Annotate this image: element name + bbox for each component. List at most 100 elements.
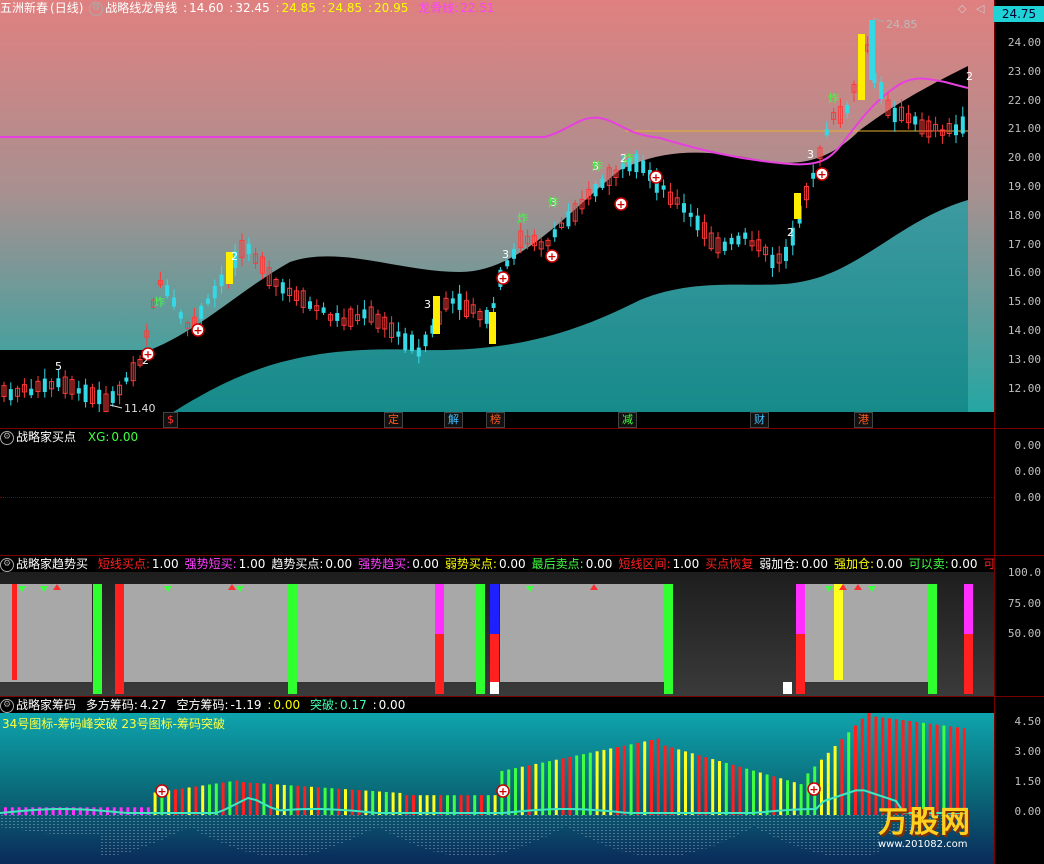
chip-bar[interactable] [242,782,245,815]
chip-bar[interactable] [847,732,851,815]
candle-body[interactable] [913,116,918,125]
chip-bar[interactable] [514,768,517,815]
trend-signal-bar[interactable] [288,584,297,694]
chip-bar[interactable] [541,762,545,815]
event-tag[interactable]: $ [163,412,178,428]
chip-bar[interactable] [384,791,388,815]
chip-bar[interactable] [765,774,769,815]
candle-body[interactable] [824,129,829,136]
chip-bar[interactable] [833,746,837,815]
candle-body[interactable] [484,309,489,324]
highlight-candle[interactable] [794,193,801,219]
chip-bar[interactable] [588,752,592,815]
chip-bar[interactable] [208,784,211,815]
trend-signal-bar[interactable] [490,682,499,694]
candle-body[interactable] [736,235,741,245]
candle-body[interactable] [729,237,734,245]
chip-bar[interactable] [269,784,273,815]
chip-bar[interactable] [323,787,327,815]
chip-bar[interactable] [684,751,687,815]
chip-bar[interactable] [799,784,803,815]
chip-bar[interactable] [174,789,177,815]
trend-buy-pane[interactable]: ⚙ 战略家趋势买 短线买点: 1.00 强势短买: 1.00 趋势买点: 0.00 强势趋买:… [0,556,994,696]
chip-bar[interactable] [704,757,708,815]
event-tag[interactable]: 港 [854,412,873,428]
candle-body[interactable] [76,388,81,394]
candle-body[interactable] [600,178,605,188]
trend-signal-bar[interactable] [476,584,485,694]
period[interactable]: (日线) [50,1,83,15]
chip-bar[interactable] [534,763,538,815]
chip-bar[interactable] [752,770,755,815]
event-tag[interactable]: 定 [384,412,403,428]
candle-body[interactable] [682,203,686,213]
diamond-icon[interactable]: ◇ [958,2,966,15]
chip-bar[interactable] [153,792,157,815]
candle-body[interactable] [403,333,408,351]
chip-bar[interactable] [656,738,660,815]
chip-bar[interactable] [520,766,524,815]
candlestick-chart[interactable]: ++++++ +5 2233332 322炸炸炸炸炸炸 24.85 11.40 [0,0,994,428]
chip-bar[interactable] [391,792,395,815]
candle-body[interactable] [110,391,115,403]
candle-body[interactable] [280,282,285,294]
trend-title[interactable]: 战略家趋势买 [16,557,88,571]
chip-bar[interactable] [643,741,647,815]
chip-bar[interactable] [310,786,313,815]
highlight-candle[interactable] [858,34,865,100]
chip-bar[interactable] [194,786,198,815]
candle-body[interactable] [593,184,598,197]
candle-body[interactable] [362,309,367,319]
candle-body[interactable] [845,105,850,114]
chip-bar[interactable] [867,711,871,815]
chip-bar[interactable] [85,807,89,815]
chip-bar[interactable] [609,748,613,815]
chip-bar[interactable] [677,749,681,815]
trend-signal-bar[interactable] [490,634,499,682]
candle-body[interactable] [97,389,102,405]
chip-bar[interactable] [595,751,599,815]
candle-body[interactable] [212,285,217,299]
settings-icon[interactable]: ⚙ [89,1,104,16]
chip-bar[interactable] [711,759,715,815]
candle-body[interactable] [811,172,816,179]
chip-bar[interactable] [874,716,878,815]
settings-icon[interactable]: ⚙ [0,430,14,445]
chip-pane[interactable]: + + + ⚙ 战略家筹码 多方筹码: 4.27 空方筹码: -1.19 :0.00 突破… [0,697,994,864]
candle-body[interactable] [124,377,129,382]
settings-icon[interactable]: ⚙ [0,698,14,713]
chip-title[interactable]: 战略家筹码 [16,698,76,712]
highlight-candle[interactable] [489,312,496,344]
candle-body[interactable] [450,298,455,304]
chip-bar[interactable] [745,768,749,815]
trend-signal-bar[interactable] [964,634,973,694]
trend-signal-bar[interactable] [928,584,937,694]
event-tag[interactable]: 财 [750,412,769,428]
candle-body[interactable] [172,297,176,307]
chip-bar[interactable] [316,787,320,815]
candle-body[interactable] [199,305,204,319]
candle-body[interactable] [512,249,516,259]
candle-body[interactable] [869,20,875,80]
chip-bar[interactable] [826,752,830,815]
chip-bar[interactable] [772,776,776,815]
chip-bar[interactable] [840,739,844,815]
event-tag[interactable]: 减 [618,412,637,428]
candle-body[interactable] [770,254,775,268]
chip-bar[interactable] [731,764,735,815]
trend-signal-bar[interactable] [12,584,17,680]
chip-bar[interactable] [527,765,531,815]
candle-body[interactable] [641,160,646,173]
trend-signal-bar[interactable] [664,584,673,694]
chip-bar[interactable] [738,766,742,815]
chip-bar[interactable] [187,787,191,815]
trend-chart[interactable] [0,556,994,696]
chip-bar[interactable] [582,754,585,815]
chip-bar[interactable] [854,725,857,815]
candle-body[interactable] [416,347,421,357]
chip-bar[interactable] [561,758,565,815]
chip-bar[interactable] [622,745,626,815]
chip-bar[interactable] [378,791,381,815]
candle-body[interactable] [634,154,639,173]
candle-body[interactable] [491,303,496,308]
